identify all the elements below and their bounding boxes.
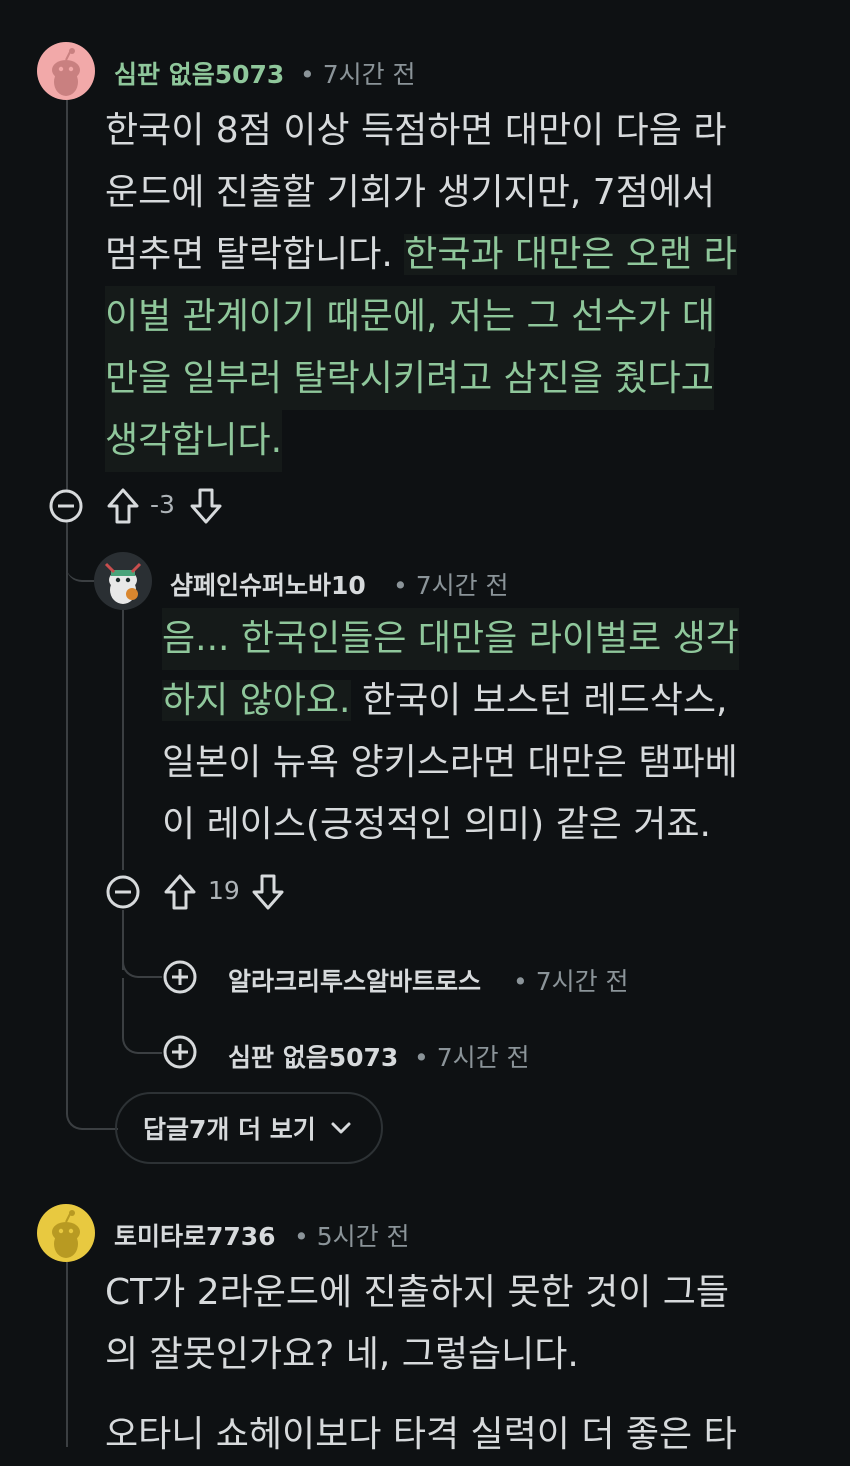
comment-line: 오타니 쇼헤이보다 타격 실력이 더 좋은 타 (105, 1414, 737, 1455)
thread-connector-collapsed-2 (122, 1016, 162, 1054)
thread-connector-reply (66, 540, 94, 582)
comment-timestamp: • 5시간 전 (294, 1222, 410, 1251)
translated-text: 이벌 관계이기 때문에, 저는 그 선수가 대 (105, 286, 716, 348)
expand-icon[interactable] (162, 959, 198, 995)
upvote-icon[interactable] (105, 486, 141, 526)
comment-timestamp: • 7시간 전 (393, 571, 509, 600)
more-replies-button[interactable]: 답글7개 더 보기 (115, 1092, 383, 1164)
thread-line-reply (122, 608, 124, 870)
thread-line-root-2 (66, 1262, 68, 1447)
comment-line: 의 잘못인가요? 네, 그렇습니다. (105, 1334, 579, 1375)
upvote-icon[interactable] (162, 872, 198, 912)
translated-text: 생각합니다. (105, 410, 283, 472)
comment-body: 한국이 8점 이상 득점하면 대만이 다음 라 운드에 진출할 기회가 생기지만… (105, 100, 825, 472)
avatar[interactable] (94, 552, 152, 610)
comment-username[interactable]: 심판 없음5073 (228, 1038, 398, 1074)
translated-text: 한국과 대만은 오랜 라 (404, 234, 737, 275)
comment-timestamp: • 7시간 전 (513, 967, 629, 996)
comment-body: 음... 한국인들은 대만을 라이벌로 생각 하지 않아요. 한국이 보스턴 레… (162, 608, 822, 856)
comment-username[interactable]: 알라크리투스알바트로스 (228, 962, 481, 998)
collapse-icon[interactable] (105, 874, 141, 910)
thread-line-root (66, 100, 68, 490)
avatar[interactable] (37, 42, 95, 100)
thread-connector-more (66, 1080, 118, 1130)
comment-line: 멈추면 탈락합니다. 한국과 대만은 오랜 라 (105, 224, 825, 286)
reddit-snoo-icon (52, 48, 80, 96)
downvote-icon[interactable] (250, 872, 286, 912)
comment-line: 한국이 8점 이상 득점하면 대만이 다음 라 (105, 110, 727, 151)
thread-connector-collapsed-1 (122, 940, 162, 978)
downvote-icon[interactable] (188, 486, 224, 526)
reddit-snoo-icon (52, 1210, 80, 1258)
thread-line-reply-lower-2 (122, 978, 124, 1018)
comment-body: CT가 2라운드에 진출하지 못한 것이 그들 의 잘못인가요? 네, 그렇습니… (105, 1262, 825, 1466)
comment-timestamp: • 7시간 전 (300, 60, 416, 89)
comment-username[interactable]: 샴페인슈퍼노바10 (170, 566, 366, 602)
more-replies-label: 답글7개 더 보기 (143, 1115, 316, 1144)
vote-count: 19 (208, 876, 240, 905)
comment-line: CT가 2라운드에 진출하지 못한 것이 그들 (105, 1272, 730, 1313)
thread-line-root-lower (66, 522, 68, 1108)
translated-text: 만을 일부러 탈락시키려고 삼진을 줬다고 (105, 348, 714, 410)
avatar[interactable] (37, 1204, 95, 1262)
collapse-icon[interactable] (48, 488, 84, 524)
comment-text: 멈추면 탈락합니다. (105, 234, 405, 275)
translated-text: 음... 한국인들은 대만을 라이벌로 생각 (162, 608, 739, 670)
comment-username[interactable]: 토미타로7736 (114, 1217, 276, 1253)
comment-line: 일본이 뉴욕 양키스라면 대만은 탬파베 (162, 742, 738, 783)
comment-line: 이 레이스(긍정적인 의미) 같은 거죠. (162, 804, 711, 845)
comment-line: 운드에 진출할 기회가 생기지만, 7점에서 (105, 172, 716, 213)
reddit-snoo-icon (104, 562, 142, 604)
expand-icon[interactable] (162, 1034, 198, 1070)
comment-line: 하지 않아요. 한국이 보스턴 레드삭스, (162, 670, 822, 732)
vote-count: -3 (150, 490, 175, 519)
comment-timestamp: • 7시간 전 (414, 1043, 530, 1072)
chevron-down-icon (331, 1122, 351, 1134)
comment-username[interactable]: 심판 없음5073 (114, 55, 284, 91)
comment-text: 한국이 보스턴 레드삭스, (350, 680, 728, 721)
translated-text: 하지 않아요. (162, 680, 351, 721)
